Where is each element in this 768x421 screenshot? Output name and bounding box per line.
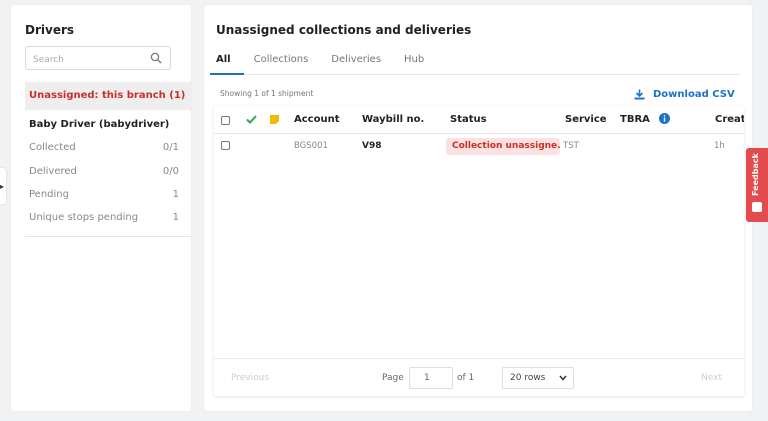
shipments-table: Account Waybill no. Status Service TBRA … [214,106,744,396]
col-status[interactable]: Status [450,114,487,125]
page-number-input[interactable] [409,367,453,389]
col-service[interactable]: Service [565,114,607,125]
drivers-panel: Drivers Unassigned: this branch (1) Baby… [11,5,191,411]
divider [25,236,191,237]
chevron-right-icon: ▸ [0,182,5,191]
showing-count: Showing 1 of 1 shipment [220,89,314,98]
col-created[interactable]: Creat [715,114,744,125]
check-icon [246,115,257,124]
next-button[interactable]: Next [701,373,722,383]
download-csv-button[interactable]: Download CSV [634,89,735,100]
driver-search-box[interactable] [25,46,171,71]
stat-pending: Pending 1 [29,189,179,200]
previous-button[interactable]: Previous [231,373,269,383]
active-tab-indicator [210,73,244,75]
stat-value: 0/1 [162,142,179,153]
feedback-label: Feedback [751,153,760,196]
col-waybill[interactable]: Waybill no. [362,114,424,125]
col-account[interactable]: Account [294,114,339,125]
left-collapse-tab[interactable]: ▸ [0,168,6,204]
info-icon[interactable] [659,113,670,124]
stat-value: 0/0 [162,166,179,177]
tab-bar: All Collections Deliveries Hub [216,54,447,65]
stat-label: Collected [29,142,76,153]
stat-value: 1 [172,212,179,223]
driver-name[interactable]: Baby Driver (babydriver) [29,119,169,130]
page-label: Page [382,373,404,383]
rows-per-page-select[interactable]: 20 rows [502,367,574,389]
col-tbra[interactable]: TBRA [620,114,650,125]
stat-delivered: Delivered 0/0 [29,166,179,177]
cell-waybill[interactable]: V98 [362,141,382,151]
rows-select-value: 20 rows [510,373,546,383]
tabs-divider [210,74,740,75]
stat-collected: Collected 0/1 [29,142,179,153]
chevron-down-icon [559,375,567,381]
stat-label: Delivered [29,166,77,177]
tab-collections[interactable]: Collections [254,54,309,65]
status-badge: Collection unassigne... [446,138,560,155]
drivers-title: Drivers [25,23,75,37]
download-icon [634,89,645,100]
select-all-checkbox[interactable] [221,116,230,125]
pagination: Previous Page of 1 20 rows Next [214,358,744,396]
download-csv-label: Download CSV [653,89,735,100]
cell-account: BGS001 [294,141,328,151]
note-icon [270,115,279,124]
tab-deliveries[interactable]: Deliveries [331,54,381,65]
tab-hub[interactable]: Hub [404,54,424,65]
tab-all[interactable]: All [216,54,231,65]
cell-service: TST [563,141,579,151]
page-total: of 1 [457,373,475,383]
cell-created: 1h [714,141,725,151]
stat-label: Pending [29,189,69,200]
stat-unique-stops: Unique stops pending 1 [29,212,179,223]
page-title: Unassigned collections and deliveries [216,23,472,37]
table-row[interactable]: BGS001 V98 Collection unassigne... TST 1… [214,134,744,160]
feedback-icon [752,202,762,212]
table-header: Account Waybill no. Status Service TBRA … [214,106,744,134]
unassigned-panel: Unassigned collections and deliveries Al… [204,5,752,411]
stat-value: 1 [172,189,179,200]
row-checkbox[interactable] [221,141,230,150]
driver-search-input[interactable] [26,49,144,71]
feedback-tab[interactable]: Feedback [746,148,768,222]
search-icon[interactable] [150,52,162,64]
stat-label: Unique stops pending [29,212,139,223]
unassigned-branch-item[interactable]: Unassigned: this branch (1) [25,82,191,110]
